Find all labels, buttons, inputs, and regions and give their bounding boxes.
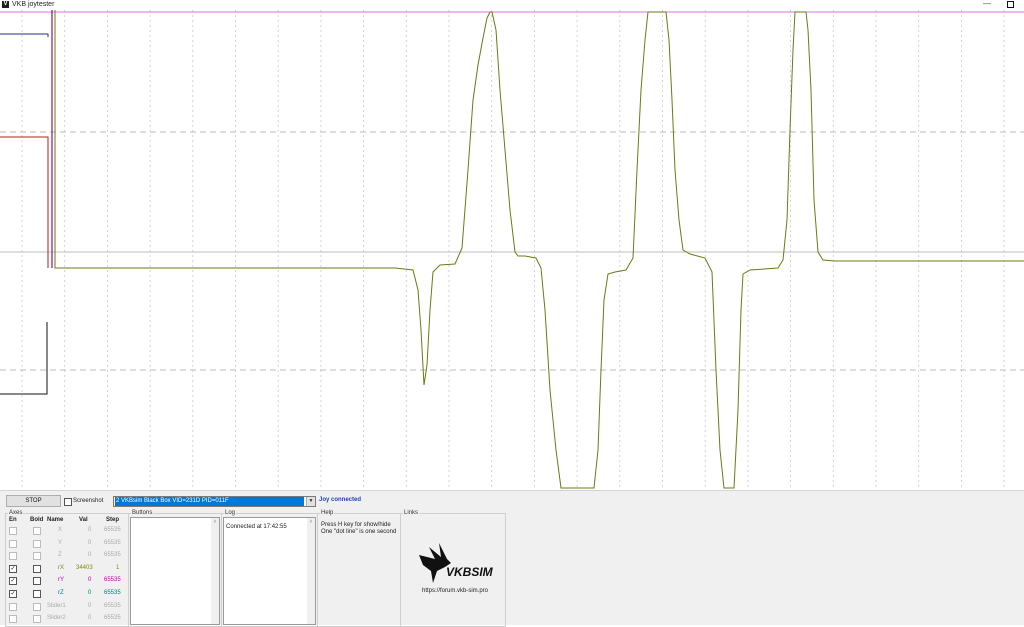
axes-header-bold: Bold [30,517,44,523]
axis-name: Z [58,552,62,559]
trace-rx [54,10,1024,489]
axis-enable-checkbox[interactable]: ✓ [9,564,17,573]
screenshot-checkbox[interactable] [64,498,72,506]
trace-blue [0,33,49,37]
axis-value: 0 [88,527,92,533]
axis-name: rZ [58,590,64,596]
axis-step: 65535 [104,577,121,584]
chevron-down-icon[interactable]: ▼ [306,497,315,506]
trace-red [0,136,49,268]
axis-bold-checkbox[interactable] [33,527,41,535]
axis-bold-checkbox[interactable] [33,615,41,624]
axes-header-en: En [9,517,17,523]
device-select-value: 2 VKBsim Black Box VID=231D PID=011F [115,497,304,506]
maximize-icon[interactable] [1007,1,1014,8]
trace-black [0,322,48,395]
screenshot-label: Screenshot [73,498,104,504]
window-title: VKB joytester [12,1,55,8]
log-text: Connected at 17:42:55 [226,524,287,530]
help-group-title: Help [320,510,335,516]
log-group-title: Log [224,510,237,516]
axis-step: 1 [116,564,120,571]
connection-status: Joy connected [319,497,362,503]
axis-name: rY [58,577,64,584]
axis-name: Slider2 [47,615,66,622]
axis-enable-checkbox[interactable] [9,552,17,561]
axis-enable-checkbox[interactable] [9,615,17,624]
axis-value: 0 [88,615,92,622]
axis-enable-checkbox[interactable] [9,527,17,535]
axis-bold-checkbox[interactable] [33,539,41,548]
title-bar: V VKB joytester — [0,0,1024,9]
axes-header-name: Name [47,517,64,523]
buttons-scrollbar[interactable]: ˄ [211,518,219,624]
axis-value: 0 [88,602,92,609]
help-line-2: One "dot line" is one second [321,529,397,535]
axis-bold-checkbox[interactable] [33,552,41,561]
axis-name: rX [58,564,64,571]
help-line-1: Press H key for show/hide [321,522,391,528]
stop-button[interactable]: STOP [6,495,61,507]
axis-bold-checkbox[interactable] [33,602,41,611]
axis-step: 65535 [104,539,121,546]
axis-value: 34403 [76,564,93,571]
axis-step: 65535 [104,615,121,622]
axis-value: 0 [88,552,92,559]
buttons-group-title: Buttons [131,510,154,516]
axis-value: 0 [88,577,92,584]
axis-enable-checkbox[interactable]: ✓ [9,590,17,598]
axis-name: Y [58,539,63,546]
log-scrollbar[interactable]: ˄ [307,518,315,624]
axis-step: 65535 [104,527,121,533]
axis-name: X [58,527,63,533]
axis-bold-checkbox[interactable] [33,590,41,598]
axes-header-step: Step [106,517,120,523]
links-group-title: Links [403,510,420,516]
app-icon: V [2,1,9,8]
device-select[interactable]: 2 VKBsim Black Box VID=231D PID=011F ▼ [113,496,316,507]
axis-name: Slider1 [47,602,66,609]
buttons-list[interactable]: ˄ [130,517,220,625]
axis-step: 65535 [104,590,121,596]
axis-step: 65535 [104,602,121,609]
axes-group-title: Axes [8,510,24,516]
axis-enable-checkbox[interactable] [9,602,17,611]
axis-plot [0,10,1024,490]
control-panel: STOP Screenshot 2 VKBsim Black Box VID=2… [0,490,1024,627]
axes-header-val: Val [79,517,88,523]
axis-value: 0 [88,539,92,546]
axis-enable-checkbox[interactable] [9,539,17,548]
log-textbox[interactable]: Connected at 17:42:55 ˄ [223,517,316,625]
axis-bold-checkbox[interactable] [33,577,41,586]
axis-step: 65535 [104,552,121,559]
time-grid [21,10,1005,490]
axis-value: 0 [88,590,92,596]
minimize-icon[interactable]: — [983,0,991,8]
axis-enable-checkbox[interactable]: ✓ [9,577,17,586]
forum-link[interactable]: https://forum.vkb-sim.pro [422,588,488,594]
axis-bold-checkbox[interactable] [33,564,41,573]
logo-text: VKBSIM [446,565,493,579]
